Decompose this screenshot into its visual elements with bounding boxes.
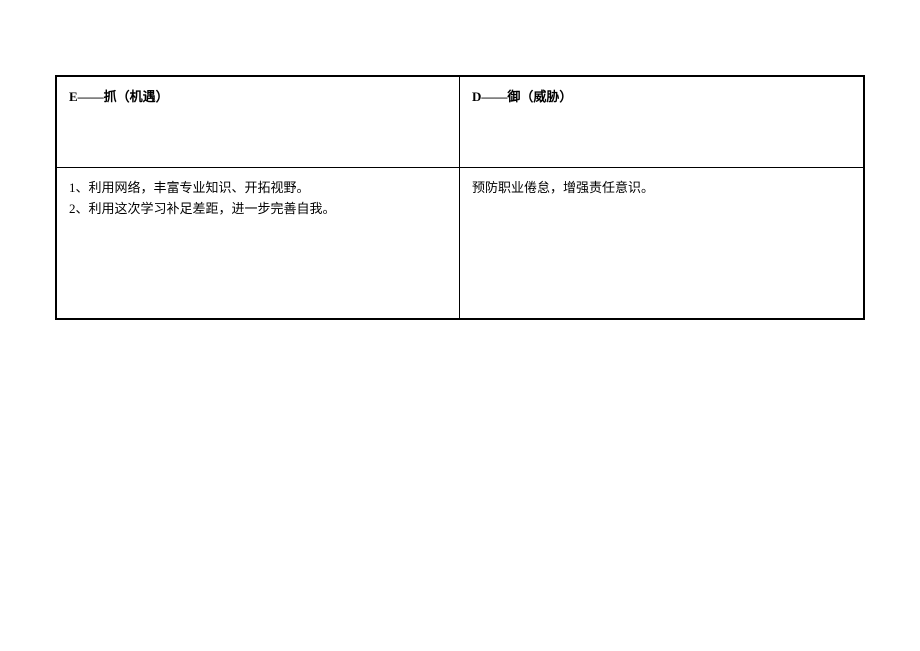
table-header-row: E——抓（机遇） D——御（威胁）: [57, 77, 863, 168]
content-left-line1: 1、利用网络，丰富专业知识、开拓视野。: [69, 178, 447, 199]
content-cell-opportunities: 1、利用网络，丰富专业知识、开拓视野。 2、利用这次学习补足差距，进一步完善自我…: [57, 168, 460, 318]
header-label-right: D——御（威胁）: [472, 89, 572, 104]
content-left-line2: 2、利用这次学习补足差距，进一步完善自我。: [69, 199, 447, 220]
content-cell-threats: 预防职业倦怠，增强责任意识。: [460, 168, 863, 318]
swot-table: E——抓（机遇） D——御（威胁） 1、利用网络，丰富专业知识、开拓视野。 2、…: [55, 75, 865, 320]
header-cell-threats: D——御（威胁）: [460, 77, 863, 167]
header-label-left: E——抓（机遇）: [69, 89, 169, 104]
header-cell-opportunities: E——抓（机遇）: [57, 77, 460, 167]
content-right: 预防职业倦怠，增强责任意识。: [472, 180, 654, 195]
table-content-row: 1、利用网络，丰富专业知识、开拓视野。 2、利用这次学习补足差距，进一步完善自我…: [57, 168, 863, 318]
